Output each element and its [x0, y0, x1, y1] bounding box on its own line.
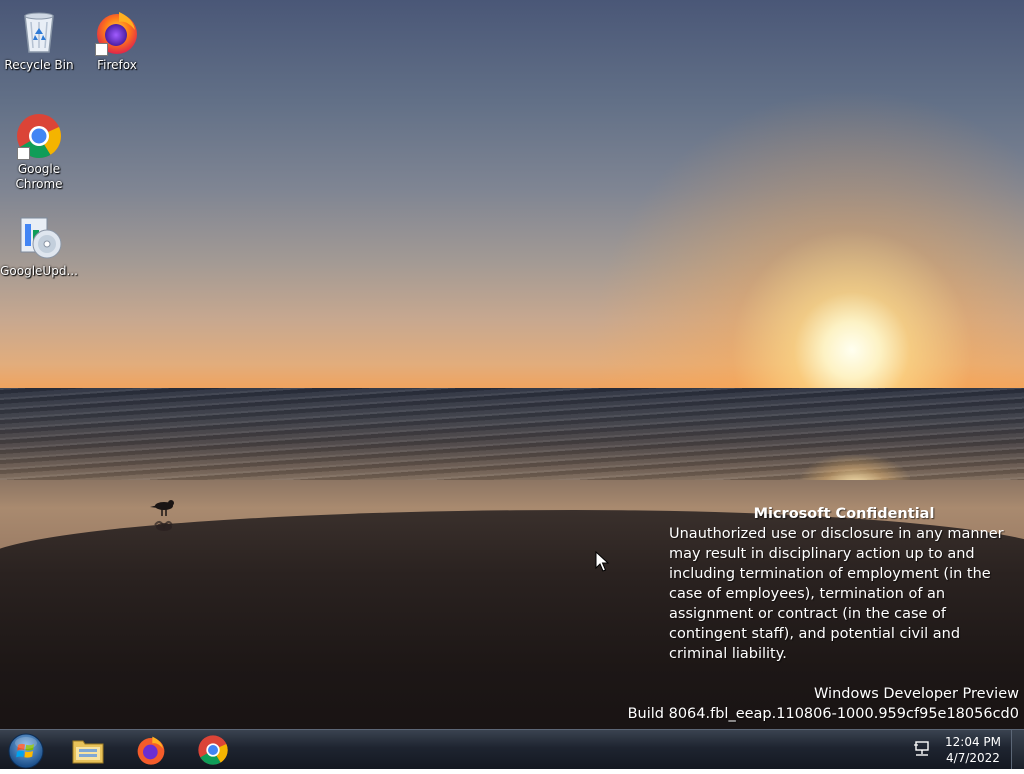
clock-time: 12:04 PM — [945, 735, 1001, 749]
tray-network-button[interactable] — [913, 740, 931, 758]
desktop-icon-recycle-bin[interactable]: Recycle Bin — [0, 8, 78, 73]
build-info: Windows Developer Preview Build 8064.fbl… — [628, 684, 1019, 724]
confidential-notice: Microsoft Confidential Unauthorized use … — [669, 504, 1019, 664]
desktop-icon-google-chrome[interactable]: Google Chrome — [0, 112, 78, 192]
shortcut-arrow-icon — [95, 43, 108, 56]
taskbar-firefox-button[interactable] — [127, 733, 175, 767]
taskbar-file-explorer-button[interactable] — [64, 733, 112, 767]
recycle-bin-icon — [24, 12, 54, 53]
edition-label: Windows Developer Preview — [814, 686, 1019, 702]
mouse-cursor-icon — [595, 551, 609, 572]
clock-date: 4/7/2022 — [946, 751, 1000, 765]
show-desktop-button[interactable] — [1011, 730, 1024, 769]
build-label: Build 8064.fbl_eeap.110806-1000.959cf95e… — [627, 706, 1019, 722]
desktop-icon-firefox[interactable]: Firefox — [78, 8, 156, 73]
desktop-icon-label: Recycle Bin — [4, 58, 74, 72]
desktop-icon-label: GoogleUpd... — [0, 264, 78, 278]
google-update-icon — [20, 217, 62, 259]
network-icon — [914, 741, 929, 756]
chrome-icon — [198, 735, 228, 765]
confidential-title: Microsoft Confidential — [753, 506, 935, 522]
taskbar-chrome-button[interactable] — [189, 733, 237, 767]
tray-clock[interactable]: 12:04 PM 4/7/2022 — [940, 734, 1006, 766]
confidential-body: Unauthorized use or disclosure in any ma… — [669, 526, 1004, 662]
shortcut-arrow-icon — [17, 147, 30, 160]
firefox-icon — [137, 736, 165, 765]
seagull-silhouette — [150, 500, 174, 531]
start-button[interactable] — [7, 732, 45, 770]
desktop-icon-google-update[interactable]: GoogleUpd... — [0, 214, 78, 279]
windows-start-orb-icon — [8, 733, 44, 769]
folder-explorer-icon — [72, 740, 104, 764]
desktop-background[interactable]: Recycle Bin Firefox Google Chrome Google… — [0, 0, 1024, 729]
desktop-icon-label: Google Chrome — [15, 162, 63, 191]
desktop-icon-label: Firefox — [97, 58, 137, 72]
taskbar: 12:04 PM 4/7/2022 — [0, 729, 1024, 769]
